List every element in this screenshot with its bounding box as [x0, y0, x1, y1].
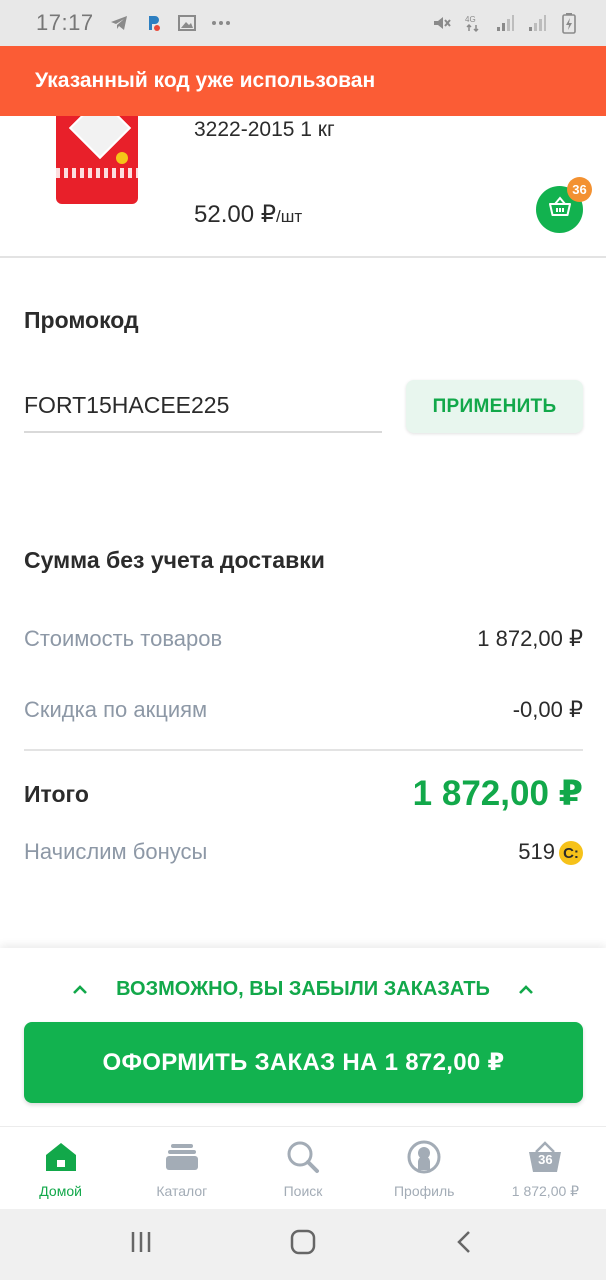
goods-cost-row: Стоимость товаров 1 872,00 ₽ [24, 626, 583, 652]
basket-icon: 36 [527, 1139, 563, 1175]
battery-icon [558, 12, 580, 34]
discount-row: Скидка по акциям -0,00 ₽ [24, 697, 583, 723]
tab-home[interactable]: Домой [0, 1127, 121, 1209]
checkout-button[interactable]: ОФОРМИТЬ ЗАКАЗ НА 1 872,00 ₽ [24, 1022, 583, 1103]
forgot-to-order-toggle[interactable]: ВОЗМОЖНО, ВЫ ЗАБЫЛИ ЗАКАЗАТЬ [0, 978, 606, 1001]
catalog-icon [164, 1139, 200, 1175]
tab-label: Профиль [393, 1183, 455, 1199]
bonus-value: 519 [518, 839, 555, 864]
svg-text:4G: 4G [465, 15, 476, 24]
more-icon [210, 12, 232, 34]
system-nav-bar [0, 1209, 606, 1280]
summary-title: Сумма без учета доставки [24, 547, 325, 573]
profile-icon [406, 1139, 442, 1175]
chevron-up-icon [72, 982, 88, 998]
forgot-to-order-label: ВОЗМОЖНО, ВЫ ЗАБЫЛИ ЗАКАЗАТЬ [116, 978, 490, 1000]
chevron-up-icon [518, 982, 534, 998]
network-4g-icon: 4G [462, 12, 484, 34]
error-toast: Указанный код уже использован [0, 46, 606, 116]
signal-icon [494, 12, 516, 34]
tab-cart-count: 36 [538, 1152, 553, 1167]
tab-label: Домой [39, 1183, 82, 1199]
tab-label: 1 872,00 ₽ [511, 1183, 580, 1199]
tab-profile[interactable]: Профиль [364, 1127, 485, 1209]
product-title: 3222-2015 1 кг [194, 118, 335, 141]
product-image[interactable] [56, 116, 138, 204]
search-icon [285, 1139, 321, 1175]
back-icon[interactable] [451, 1228, 479, 1261]
app-icon [142, 12, 164, 34]
mute-icon [430, 12, 452, 34]
tab-label: Каталог [156, 1183, 208, 1199]
product-price: 52.00 ₽/шт [194, 201, 303, 228]
gallery-icon [176, 12, 198, 34]
goods-cost-value: 1 872,00 ₽ [477, 626, 583, 651]
promo-title: Промокод [24, 307, 139, 333]
signal-icon [526, 12, 548, 34]
bonus-coin-icon: С: [559, 841, 583, 866]
basket-icon [548, 196, 572, 223]
bottom-tab-bar: Домой Каталог Поиск Профиль 36 1 872,00 … [0, 1126, 606, 1209]
tab-cart[interactable]: 36 1 872,00 ₽ [485, 1127, 606, 1209]
toast-text: Указанный код уже использован [35, 69, 376, 92]
tab-label: Поиск [283, 1183, 323, 1199]
home-button-icon[interactable] [289, 1228, 317, 1261]
apply-promo-button[interactable]: ПРИМЕНИТЬ [406, 380, 583, 433]
status-time: 17:17 [36, 10, 94, 35]
total-value: 1 872,00 ₽ [412, 774, 583, 813]
bonus-row: Начислим бонусы 519 С: [24, 839, 583, 866]
telegram-icon [108, 12, 130, 34]
summary-divider [24, 749, 583, 751]
tab-catalog[interactable]: Каталог [121, 1127, 242, 1209]
bonus-value-wrap: 519 С: [518, 839, 583, 866]
goods-cost-label: Стоимость товаров [24, 626, 223, 651]
cart-count-badge: 36 [567, 177, 592, 202]
tab-search[interactable]: Поиск [242, 1127, 363, 1209]
recent-apps-icon[interactable] [127, 1228, 155, 1261]
bonus-label: Начислим бонусы [24, 839, 208, 865]
checkout-panel: ВОЗМОЖНО, ВЫ ЗАБЫЛИ ЗАКАЗАТЬ ОФОРМИТЬ ЗА… [0, 948, 606, 1126]
total-label: Итого [24, 780, 89, 807]
discount-value: -0,00 ₽ [512, 697, 583, 722]
total-row: Итого 1 872,00 ₽ [24, 774, 583, 814]
cart-product-item[interactable]: 3222-2015 1 кг 52.00 ₽/шт 36 [0, 116, 606, 258]
home-icon [43, 1139, 79, 1175]
status-bar: 17:17 4G [0, 0, 606, 46]
promo-code-input[interactable] [24, 388, 382, 433]
discount-label: Скидка по акциям [24, 697, 208, 722]
